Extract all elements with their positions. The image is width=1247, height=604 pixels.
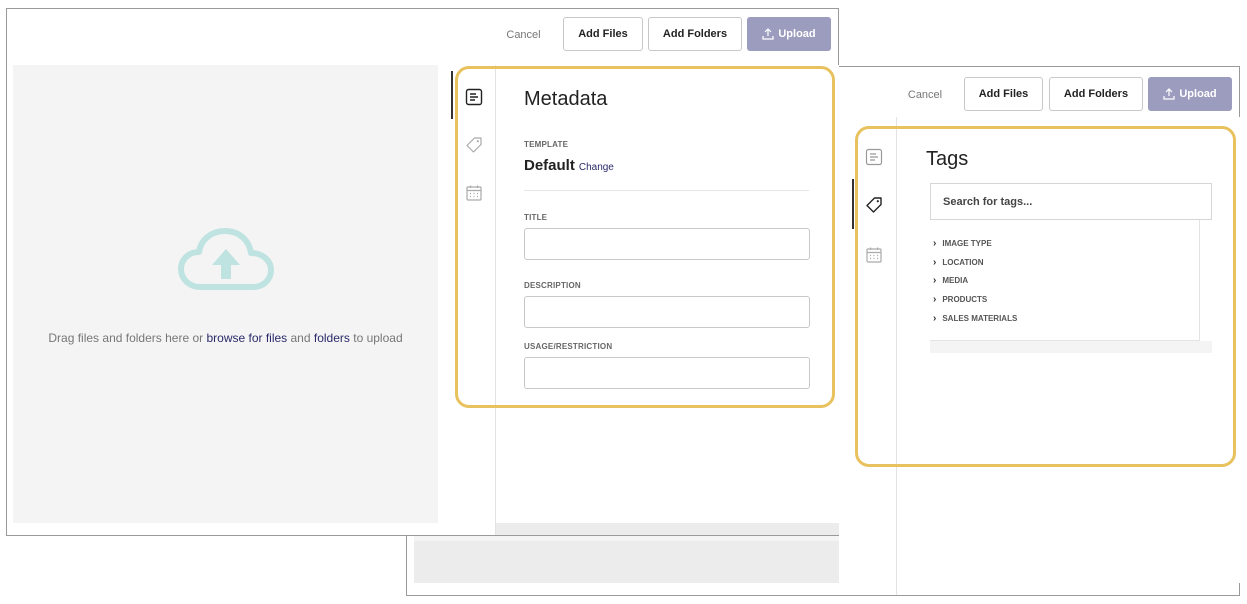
metadata-panel: Metadata TEMPLATE Default Change TITLE DE… <box>496 65 839 523</box>
template-value: Default Change <box>524 157 614 174</box>
add-folders-button[interactable]: Add Folders <box>648 17 742 51</box>
template-name: Default <box>524 157 575 174</box>
cancel-button[interactable]: Cancel <box>496 18 551 52</box>
side-rail <box>451 65 496 535</box>
title-field[interactable] <box>524 228 810 260</box>
tag-icon[interactable] <box>864 195 884 215</box>
usage-restriction-field[interactable] <box>524 357 810 389</box>
toolbar: Cancel Add Files Add Folders Upload <box>7 9 838 59</box>
chevron-right-icon: › <box>933 275 937 286</box>
browse-files-link[interactable]: browse for files <box>206 331 287 345</box>
tag-category-label: LOCATION <box>942 258 984 267</box>
template-label: TEMPLATE <box>524 140 569 149</box>
metadata-icon[interactable] <box>464 87 484 107</box>
title-label: TITLE <box>524 213 548 222</box>
tag-search-input[interactable]: Search for tags... <box>930 183 1212 220</box>
active-tab-indicator <box>852 179 854 229</box>
usage-restriction-label: USAGE/RESTRICTION <box>524 342 613 351</box>
description-label: DESCRIPTION <box>524 281 581 290</box>
side-rail <box>839 117 897 595</box>
cloud-upload-icon <box>177 228 274 290</box>
description-field[interactable] <box>524 296 810 328</box>
divider <box>524 190 809 191</box>
drop-zone[interactable]: Drag files and folders here or browse fo… <box>13 65 438 523</box>
chevron-right-icon: › <box>933 238 937 249</box>
cloud-upload-icon-wrap <box>13 227 438 297</box>
change-template-link[interactable]: Change <box>579 162 614 173</box>
upload-button[interactable]: Upload <box>747 17 831 51</box>
drop-text-and: and <box>287 331 314 345</box>
tag-category-label: MEDIA <box>942 276 969 285</box>
add-folders-button[interactable]: Add Folders <box>1049 77 1143 111</box>
drop-zone-text: Drag files and folders here or browse fo… <box>13 331 438 345</box>
tag-icon[interactable] <box>464 135 484 155</box>
tag-category-products[interactable]: › PRODUCTS <box>933 294 987 305</box>
tag-category-label: SALES MATERIALS <box>942 314 1018 323</box>
upload-button-label: Upload <box>778 28 816 40</box>
chevron-right-icon: › <box>933 294 937 305</box>
chevron-right-icon: › <box>933 257 937 268</box>
tags-title: Tags <box>926 148 969 170</box>
metadata-icon[interactable] <box>864 147 884 167</box>
upload-icon <box>762 28 774 40</box>
calendar-icon[interactable] <box>864 245 884 265</box>
drop-text-suffix: to upload <box>349 331 403 345</box>
metadata-title: Metadata <box>524 88 608 110</box>
drop-zone-footer <box>414 541 839 583</box>
active-tab-indicator <box>451 71 453 119</box>
cancel-button[interactable]: Cancel <box>895 78 955 112</box>
add-files-button[interactable]: Add Files <box>563 17 643 51</box>
tag-category-image-type[interactable]: › IMAGE TYPE <box>933 238 992 249</box>
upload-button[interactable]: Upload <box>1148 77 1232 111</box>
drop-text-prefix: Drag files and folders here or <box>48 331 207 345</box>
tags-panel: Tags Search for tags... › IMAGE TYPE › LOC… <box>898 117 1240 583</box>
tag-category-location[interactable]: › LOCATION <box>933 257 984 268</box>
metadata-upload-window: Cancel Add Files Add Folders Upload Drag… <box>6 8 839 536</box>
calendar-icon[interactable] <box>464 183 484 203</box>
tag-category-label: PRODUCTS <box>942 295 988 304</box>
chevron-right-icon: › <box>933 313 937 324</box>
tag-category-label: IMAGE TYPE <box>942 239 992 248</box>
upload-button-label: Upload <box>1179 88 1217 100</box>
tag-category-media[interactable]: › MEDIA <box>933 275 968 286</box>
tag-category-sales-materials[interactable]: › SALES MATERIALS <box>933 313 1017 324</box>
tag-list-footer <box>930 341 1212 353</box>
add-files-button[interactable]: Add Files <box>964 77 1043 111</box>
browse-folders-link[interactable]: folders <box>314 331 350 345</box>
upload-icon <box>1163 88 1175 100</box>
panel-footer <box>496 523 839 535</box>
